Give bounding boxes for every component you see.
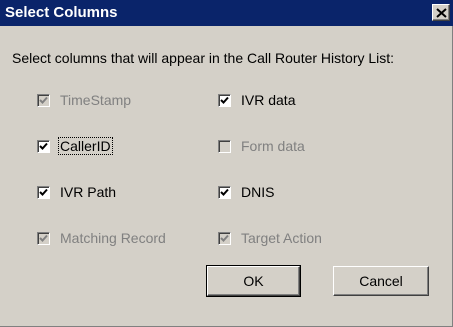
checkbox-timestamp-box[interactable] — [37, 93, 50, 107]
checkbox-matching-record[interactable]: Matching Record — [37, 228, 167, 248]
cancel-button[interactable]: Cancel — [333, 266, 429, 296]
checkmark-icon — [220, 96, 229, 104]
checkbox-dnis-box[interactable] — [218, 185, 231, 199]
checkbox-ivr-data-label: IVR data — [241, 92, 296, 108]
checkbox-timestamp[interactable]: TimeStamp — [37, 90, 132, 110]
checkbox-callerid-label: CallerID — [58, 137, 113, 155]
checkmark-icon — [39, 142, 48, 150]
checkbox-target-action-label: Target Action — [241, 230, 322, 246]
close-button[interactable] — [432, 4, 450, 21]
checkbox-matching-record-box[interactable] — [37, 231, 50, 245]
checkmark-icon — [39, 96, 48, 104]
checkbox-ivr-path-box[interactable] — [37, 185, 50, 199]
checkbox-ivr-data-box[interactable] — [218, 93, 231, 107]
instruction-text: Select columns that will appear in the C… — [12, 50, 395, 66]
checkmark-icon — [220, 234, 229, 242]
checkbox-callerid[interactable]: CallerID — [37, 136, 113, 156]
checkmark-icon — [39, 188, 48, 196]
dialog-title: Select Columns — [5, 4, 118, 21]
ok-button[interactable]: OK — [206, 265, 301, 297]
checkbox-timestamp-label: TimeStamp — [60, 92, 132, 108]
checkbox-target-action-box[interactable] — [218, 231, 231, 245]
checkbox-form-data-box[interactable] — [218, 139, 231, 153]
checkbox-dnis[interactable]: DNIS — [218, 182, 275, 202]
checkbox-target-action[interactable]: Target Action — [218, 228, 323, 248]
checkbox-form-data-label: Form data — [241, 138, 305, 154]
checkbox-ivr-path[interactable]: IVR Path — [37, 182, 117, 202]
select-columns-dialog: Select Columns Select columns that will … — [0, 0, 453, 327]
checkmark-icon — [220, 188, 229, 196]
checkbox-dnis-label: DNIS — [241, 184, 275, 200]
checkbox-callerid-box[interactable] — [37, 139, 50, 153]
title-bar[interactable]: Select Columns — [0, 0, 453, 26]
checkbox-matching-record-label: Matching Record — [60, 230, 166, 246]
close-x-icon — [436, 8, 447, 18]
checkbox-form-data[interactable]: Form data — [218, 136, 306, 156]
checkbox-ivr-data[interactable]: IVR data — [218, 90, 296, 110]
checkmark-icon — [39, 234, 48, 242]
checkbox-ivr-path-label: IVR Path — [60, 184, 117, 200]
